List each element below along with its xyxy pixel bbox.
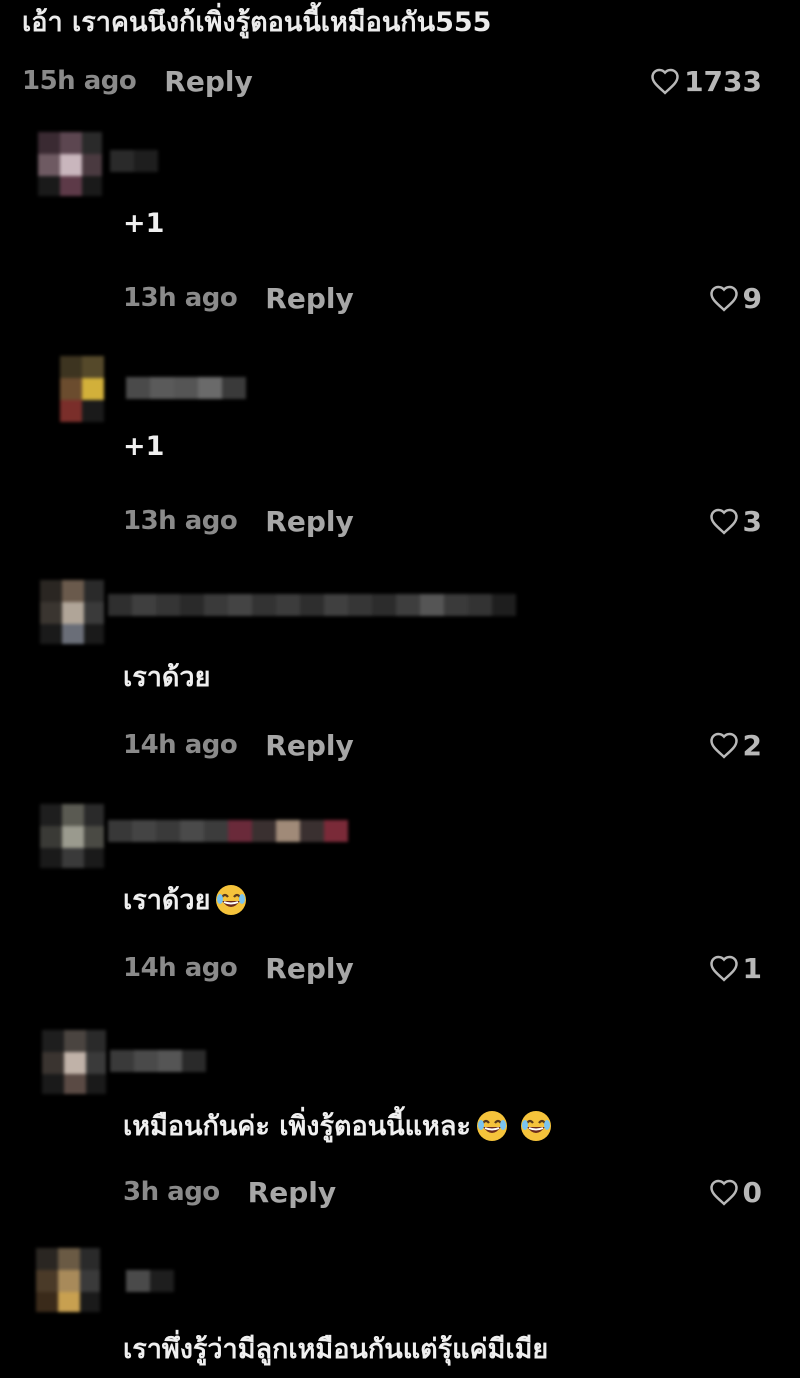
reply-text: เราด้วย — [123, 662, 211, 693]
avatar[interactable] — [42, 1030, 106, 1094]
top-comment-meta: 15h ago Reply — [22, 61, 253, 101]
username-blurred[interactable] — [110, 150, 158, 172]
username-blurred[interactable] — [126, 1270, 174, 1292]
avatar[interactable] — [40, 804, 104, 868]
username-blurred[interactable] — [108, 820, 348, 842]
reply-like-button[interactable]: 3 — [709, 501, 762, 541]
reply-meta: 13h ago Reply — [123, 501, 354, 541]
reply-button[interactable]: Reply — [265, 952, 353, 985]
laughing-emoji-icon — [214, 883, 248, 917]
reply-text: +1 — [123, 208, 165, 239]
reply-like-count: 2 — [742, 728, 762, 762]
reply-meta: 14h ago Reply — [123, 948, 354, 988]
avatar[interactable] — [40, 580, 104, 644]
reply-time: 14h ago — [123, 953, 238, 983]
reply-like-count: 1 — [742, 951, 762, 985]
reply-text-row: เหมือนกันค่ะ เพิ่งรู้ตอนนี้แหละ — [123, 1104, 553, 1147]
reply-text: เหมือนกันค่ะ เพิ่งรู้ตอนนี้แหละ — [123, 1111, 471, 1142]
avatar[interactable] — [60, 356, 106, 422]
reply-button[interactable]: Reply — [265, 282, 353, 315]
reply-text: เราพึ่งรู้ว่ามีลูกเหมือนกันแต่รุ้แค่มีเม… — [123, 1334, 549, 1365]
reply-text: +1 — [123, 431, 165, 462]
reply-like-count: 3 — [742, 504, 762, 538]
reply-button[interactable]: Reply — [265, 505, 353, 538]
laughing-emoji-icon — [475, 1109, 509, 1143]
top-comment-like-count: 1733 — [684, 64, 762, 98]
heart-icon — [709, 1178, 739, 1206]
heart-icon — [709, 954, 739, 982]
reply-time: 13h ago — [123, 506, 238, 536]
top-comment-text: เอ้า เราคนนึงก้เพิ่งรู้ตอนนี้เหมือนกัน55… — [22, 7, 492, 38]
avatar[interactable] — [36, 1248, 100, 1312]
reply-like-count: 9 — [742, 281, 762, 315]
username-blurred[interactable] — [108, 594, 516, 616]
laughing-emoji-icon — [519, 1109, 553, 1143]
username-blurred[interactable] — [126, 377, 246, 399]
reply-button[interactable]: Reply — [248, 1176, 336, 1209]
reply-like-button[interactable]: 1 — [709, 948, 762, 988]
reply-button[interactable]: Reply — [265, 729, 353, 762]
reply-time: 3h ago — [123, 1177, 220, 1207]
reply-text-row: เราด้วย — [123, 878, 248, 921]
reply-meta: 13h ago Reply — [123, 278, 354, 318]
reply-time: 13h ago — [123, 283, 238, 313]
top-comment-reply-button[interactable]: Reply — [164, 65, 252, 98]
top-comment-time: 15h ago — [22, 66, 137, 96]
reply-meta: 3h ago Reply — [123, 1172, 336, 1212]
heart-icon — [709, 284, 739, 312]
heart-icon — [709, 731, 739, 759]
reply-text: เราด้วย — [123, 885, 211, 916]
heart-icon — [709, 507, 739, 535]
reply-like-button[interactable]: 9 — [709, 278, 762, 318]
username-blurred[interactable] — [110, 1050, 206, 1072]
avatar[interactable] — [38, 132, 102, 196]
reply-like-button[interactable]: 0 — [709, 1172, 762, 1212]
reply-meta: 14h ago Reply — [123, 725, 354, 765]
top-comment-like-button[interactable]: 1733 — [650, 61, 762, 101]
reply-time: 14h ago — [123, 730, 238, 760]
reply-like-count: 0 — [742, 1175, 762, 1209]
heart-icon — [650, 67, 680, 95]
reply-like-button[interactable]: 2 — [709, 725, 762, 765]
